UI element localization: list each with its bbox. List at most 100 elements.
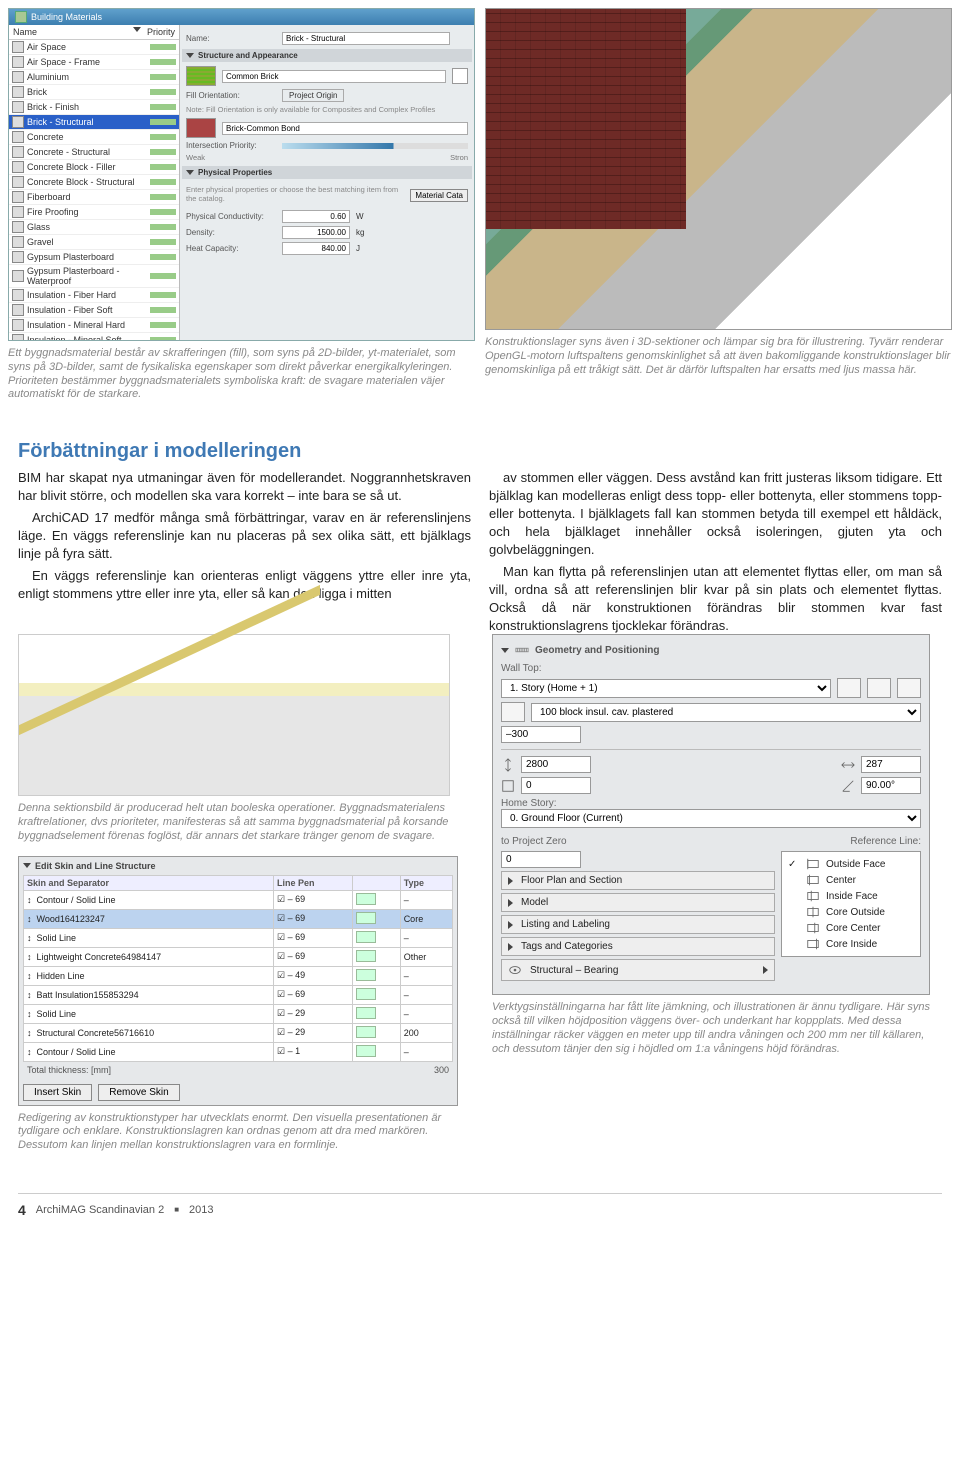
thickness-icon (841, 758, 855, 772)
remove-skin-button[interactable]: Remove Skin (98, 1084, 179, 1101)
section-structure-appearance[interactable]: Structure and Appearance (182, 49, 472, 62)
settings-section-row[interactable]: Listing and Labeling (501, 915, 775, 934)
skin-row[interactable]: ↕ Solid Line☑ – 69– (24, 928, 453, 947)
fillori-label: Fill Orientation: (186, 91, 276, 100)
heatcap-input[interactable] (282, 242, 350, 255)
density-input[interactable] (282, 226, 350, 239)
material-list[interactable]: Name Priority Air SpaceAir Space - Frame… (9, 25, 180, 340)
material-list-item[interactable]: Fiberboard (9, 190, 179, 205)
fill-select[interactable] (222, 70, 446, 83)
material-list-item[interactable]: Concrete Block - Structural (9, 175, 179, 190)
insert-skin-button[interactable]: Insert Skin (23, 1084, 92, 1101)
material-catalog-button[interactable]: Material Cata (410, 189, 468, 202)
material-list-item[interactable]: Concrete (9, 130, 179, 145)
refline-option[interactable]: ✓Outside Face (786, 856, 916, 872)
refline-option[interactable]: Core Center (786, 920, 916, 936)
material-list-item[interactable]: Aluminium (9, 70, 179, 85)
section-physical-properties[interactable]: Physical Properties (182, 166, 472, 179)
wall-height-input[interactable] (521, 756, 591, 773)
reference-line-options[interactable]: ✓Outside FaceCenterInside FaceCore Outsi… (781, 851, 921, 957)
skin-row[interactable]: ↕ Lightweight Concrete64984147☑ – 69Othe… (24, 947, 453, 966)
material-list-item[interactable]: Gravel (9, 235, 179, 250)
fillori-value[interactable]: Project Origin (282, 89, 344, 102)
skin-row[interactable]: ↕ Wood164123247☑ – 69Core (24, 909, 453, 928)
material-list-item[interactable]: Gypsum Plasterboard (9, 250, 179, 265)
section-drawing (18, 634, 450, 796)
link-icon[interactable] (897, 678, 921, 698)
link-icon[interactable] (867, 678, 891, 698)
skin-row[interactable]: ↕ Contour / Solid Line☑ – 69– (24, 890, 453, 909)
surface-thumb[interactable] (186, 118, 216, 138)
swatch-icon (12, 236, 24, 248)
priority-bar (150, 149, 176, 155)
link-icon[interactable] (837, 678, 861, 698)
wall-thickness-input[interactable] (861, 756, 921, 773)
material-list-item[interactable]: Concrete - Structural (9, 145, 179, 160)
skin-row[interactable]: ↕ Contour / Solid Line☑ – 1– (24, 1042, 453, 1061)
fill-thumb[interactable] (186, 66, 216, 86)
material-list-item[interactable]: Gypsum Plasterboard - Waterproof (9, 265, 179, 288)
surface-select[interactable] (222, 122, 468, 135)
composite-select[interactable]: 100 block insul. cav. plastered (531, 703, 921, 722)
refline-option[interactable]: Center (786, 872, 916, 888)
project-zero-input[interactable] (501, 851, 581, 868)
material-name: Glass (27, 222, 147, 232)
article-heading: Förbättningar i modelleringen (18, 440, 942, 463)
skin-col-thick (352, 875, 400, 890)
composite-icon[interactable] (501, 702, 525, 722)
swatch-icon (12, 116, 24, 128)
material-list-item[interactable]: Brick - Structural (9, 115, 179, 130)
wall-top-select[interactable]: 1. Story (Home + 1) (501, 679, 831, 698)
refline-icon (806, 857, 820, 871)
dialog-titlebar[interactable]: Building Materials (9, 9, 474, 25)
priority-bar (150, 273, 176, 279)
settings-section-row[interactable]: Floor Plan and Section (501, 871, 775, 890)
conductivity-input[interactable] (282, 210, 350, 223)
skin-editor-header[interactable]: Edit Skin and Line Structure (23, 861, 453, 871)
skin-col-linepen: Line Pen (274, 875, 353, 890)
material-name-input[interactable] (282, 32, 450, 45)
material-list-item[interactable]: Insulation - Mineral Hard (9, 318, 179, 333)
material-list-item[interactable]: Concrete Block - Filler (9, 160, 179, 175)
article-p5: Man kan flytta på referenslinjen utan at… (489, 563, 942, 635)
offset-icon (501, 779, 515, 793)
total-thickness-label: Total thickness: [mm] (27, 1065, 111, 1075)
article-block: Förbättningar i modelleringen BIM har sk… (0, 440, 960, 634)
swatch-icon (12, 206, 24, 218)
material-name: Brick - Structural (27, 117, 147, 127)
material-list-item[interactable]: Air Space - Frame (9, 55, 179, 70)
material-list-item[interactable]: Insulation - Fiber Hard (9, 288, 179, 303)
material-list-item[interactable]: Fire Proofing (9, 205, 179, 220)
bottom-offset-input[interactable] (521, 777, 591, 794)
material-list-item[interactable]: Air Space (9, 40, 179, 55)
geom-header[interactable]: Geometry and Positioning (501, 643, 921, 657)
fill-picker-icon[interactable] (452, 68, 468, 84)
skin-row[interactable]: ↕ Solid Line☑ – 29– (24, 1004, 453, 1023)
refline-option[interactable]: Core Inside (786, 936, 916, 952)
top-offset-input[interactable] (501, 726, 581, 743)
settings-section-row[interactable]: Model (501, 893, 775, 912)
article-p3: En väggs referenslinje kan orienteras en… (18, 567, 471, 603)
material-name: Aluminium (27, 72, 147, 82)
material-list-item[interactable]: Glass (9, 220, 179, 235)
settings-section-row[interactable]: Tags and Categories (501, 937, 775, 956)
skin-row[interactable]: ↕ Structural Concrete56716610☑ – 29200 (24, 1023, 453, 1042)
chevron-right-icon (508, 921, 513, 929)
home-story-select[interactable]: 0. Ground Floor (Current) (501, 809, 921, 828)
caption-skin-editor: Redigering av konstruktionstyper har utv… (18, 1112, 468, 1153)
swatch-icon (12, 146, 24, 158)
refline-icon (806, 889, 820, 903)
skin-row[interactable]: ↕ Batt Insulation155853294☑ – 69– (24, 985, 453, 1004)
priority-slider[interactable] (282, 143, 468, 149)
refline-option[interactable]: Core Outside (786, 904, 916, 920)
material-list-item[interactable]: Insulation - Fiber Soft (9, 303, 179, 318)
material-list-item[interactable]: Insulation - Mineral Soft (9, 333, 179, 340)
skin-row[interactable]: ↕ Hidden Line☑ – 49– (24, 966, 453, 985)
material-list-item[interactable]: Brick - Finish (9, 100, 179, 115)
structural-bearing-row[interactable]: Structural – Bearing (501, 959, 775, 981)
material-list-item[interactable]: Brick (9, 85, 179, 100)
angle-input[interactable] (861, 777, 921, 794)
sort-icon[interactable] (133, 27, 141, 32)
skin-table[interactable]: Skin and Separator Line Pen Type ↕ Conto… (23, 875, 453, 1062)
refline-option[interactable]: Inside Face (786, 888, 916, 904)
